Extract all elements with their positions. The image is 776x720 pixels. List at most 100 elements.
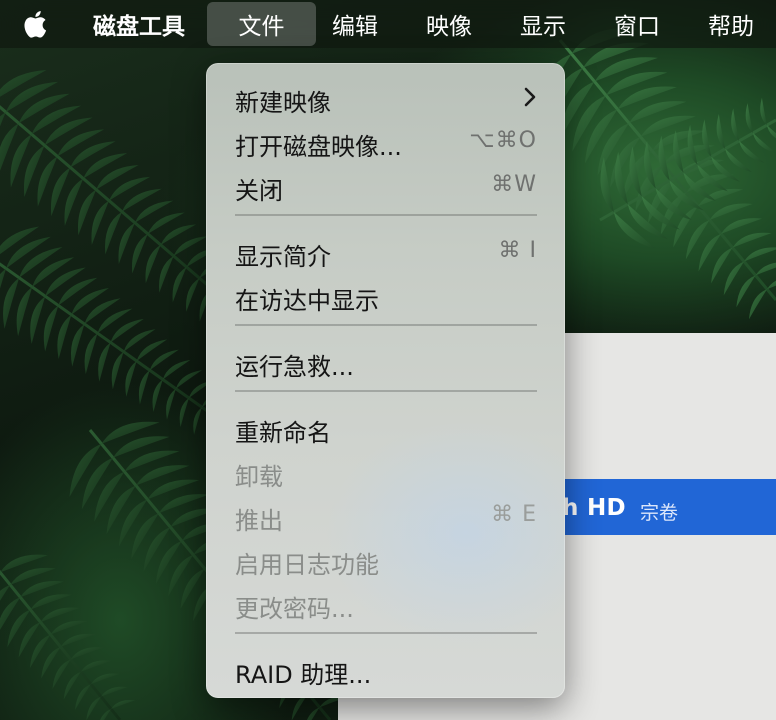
fern-leaflet	[30, 594, 72, 610]
menubar-app-name[interactable]: 磁盘工具	[80, 2, 198, 46]
menu-item-get-info[interactable]: 显示简介 ⌘ I	[206, 229, 565, 273]
fern-leaflet	[766, 125, 776, 139]
menu-item-shortcut: ⌘ E	[491, 502, 537, 527]
fern-leaflet	[306, 707, 320, 720]
apple-logo-icon[interactable]	[18, 8, 48, 40]
menu-item-label: 在访达中显示	[235, 287, 379, 315]
menu-item-rename[interactable]: 重新命名	[206, 405, 565, 449]
menu-item-close[interactable]: 关闭 ⌘W	[206, 163, 565, 207]
menu-item-change-password: 更改密码...	[206, 581, 565, 625]
fern-leaflet	[70, 647, 104, 660]
fern-leaflet	[84, 333, 98, 375]
menu-item-shortcut: ⌥⌘O	[469, 128, 537, 153]
menu-item-label: RAID 助理...	[235, 661, 372, 689]
menu-item-shortcut: ⌘ I	[498, 238, 537, 263]
fern-leaflet	[111, 351, 124, 390]
fern-leaflet	[0, 597, 21, 630]
fern-leaflet	[16, 286, 33, 337]
menu-bar: 磁盘工具 文件 编辑 映像 显示 窗口 帮助	[0, 0, 776, 48]
fern-leaflet	[702, 119, 712, 157]
chevron-right-icon	[524, 87, 536, 107]
fern-leaflet	[731, 108, 740, 141]
menu-item-label: 显示简介	[235, 243, 331, 271]
menu-item-unmount: 卸载	[206, 449, 565, 493]
menu-item-first-aid[interactable]: 运行急救...	[206, 339, 565, 383]
menu-separator	[235, 214, 537, 216]
fern-leaflet	[166, 388, 176, 420]
menubar-file[interactable]: 文件	[207, 2, 316, 46]
fern-leaflet	[186, 278, 200, 312]
fern-leaflet	[753, 133, 776, 154]
menu-item-label: 推出	[235, 507, 283, 535]
fern-leaflet	[760, 97, 767, 126]
menu-item-label: 新建映像	[235, 89, 331, 117]
fern-leaflet	[74, 684, 91, 711]
fern-leaflet	[600, 157, 614, 213]
menu-item-label: 更改密码...	[235, 595, 354, 623]
menu-item-raid-assistant[interactable]: RAID 助理...	[206, 647, 565, 691]
fern-leaflet	[736, 275, 756, 308]
fern-leaflet	[98, 342, 111, 382]
fern-leaflet	[43, 305, 59, 352]
fern-leaflet	[100, 686, 128, 697]
menu-item-enable-journaling: 启用日志功能	[206, 537, 565, 581]
volume-kind: 宗卷	[640, 502, 679, 524]
fern-leaflet	[755, 262, 776, 276]
fern-stem	[558, 39, 776, 301]
fern-leaflet	[629, 146, 642, 197]
menubar-help[interactable]: 帮助	[694, 2, 768, 46]
fern-leaflet	[745, 103, 754, 134]
fern-leaflet	[732, 232, 772, 248]
menu-item-label: 运行急救...	[235, 353, 354, 381]
fern-leaflet	[118, 222, 135, 264]
menu-item-show-in-finder[interactable]: 在访达中显示	[206, 273, 565, 317]
fern-leaflet	[111, 699, 136, 710]
fern-leaflet	[145, 244, 161, 284]
menu-item-shortcut: ⌘W	[491, 172, 537, 197]
menubar-window[interactable]: 窗口	[600, 2, 674, 46]
fern-leaflet	[100, 709, 112, 720]
menubar-view[interactable]: 显示	[506, 2, 580, 46]
menu-item-label: 关闭	[235, 177, 283, 205]
fern-leaflet	[80, 660, 112, 672]
fern-leaflet	[90, 673, 120, 685]
menu-item-label: 打开磁盘映像...	[235, 133, 402, 161]
fern-leaflet	[767, 280, 776, 290]
file-menu-dropdown: 新建映像 打开磁盘映像... ⌥⌘O 关闭 ⌘W 显示简介 ⌘ I 在访达中显示…	[206, 63, 565, 698]
menu-item-new-image[interactable]: 新建映像	[206, 75, 565, 119]
menu-item-label: 重新命名	[235, 419, 331, 447]
fern-leaflet	[698, 188, 744, 207]
fern-leaflet	[152, 379, 163, 413]
volume-name: h HD	[562, 495, 626, 521]
fern-leaflet	[132, 233, 148, 274]
fern-leaflet	[57, 129, 105, 157]
menu-item-label: 卸载	[235, 463, 283, 491]
fern-leaflet	[138, 370, 150, 405]
menubar-image[interactable]: 映像	[412, 2, 486, 46]
fern-leaflet	[744, 247, 776, 262]
fern-leaflet	[70, 141, 116, 168]
fern-leaflet	[748, 289, 768, 320]
fern-leaflet	[57, 314, 72, 360]
menu-separator	[235, 390, 537, 392]
fern-leaflet	[125, 360, 137, 397]
fern-leaflet	[60, 633, 96, 647]
fern-leaflet	[716, 113, 726, 149]
fern-leaflet	[179, 397, 189, 428]
fern-leaflet	[71, 288, 109, 315]
fern-leaflet	[118, 499, 148, 547]
menu-item-open-disk-image[interactable]: 打开磁盘映像... ⌥⌘O	[206, 119, 565, 163]
fern-leaflet	[50, 620, 88, 635]
fern-leaflet	[30, 296, 46, 344]
fern-leaflet	[70, 323, 85, 367]
menu-separator	[235, 632, 537, 634]
menubar-edit[interactable]: 编辑	[318, 2, 392, 46]
fern-leaflet	[193, 407, 202, 435]
menu-separator	[235, 324, 537, 326]
fern-leaflet	[40, 607, 80, 623]
fern-leaflet	[86, 696, 101, 720]
fern-leaflet	[721, 218, 763, 234]
fern-leaflet	[159, 255, 174, 293]
menu-item-label: 启用日志功能	[235, 551, 379, 579]
fern-leaflet	[63, 671, 81, 700]
